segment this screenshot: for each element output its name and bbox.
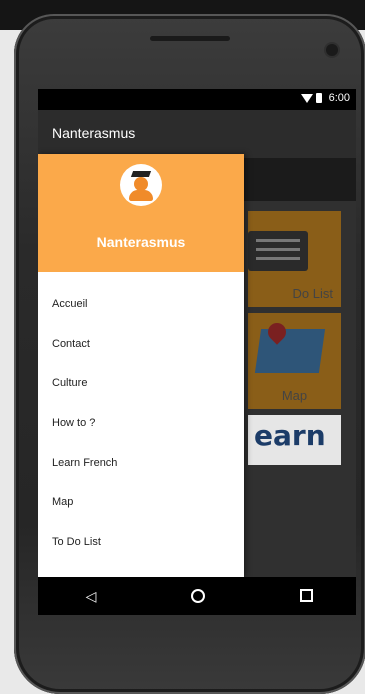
graduate-avatar-icon [120,164,162,206]
menu-item-learn-french[interactable]: Learn French [38,443,244,483]
tile-to-do-list[interactable]: Do List [248,211,341,307]
drawer-title: Nanterasmus [96,234,186,250]
navigation-drawer: Nanterasmus Accueil Contact Culture How … [38,154,244,577]
tile-label: earn [254,419,326,452]
menu-item-accueil[interactable]: Accueil [38,284,244,324]
menu-item-how-to[interactable]: How to ? [38,403,244,443]
menu-item-to-do-list[interactable]: To Do List [38,522,244,562]
recent-apps-button[interactable] [291,586,321,602]
status-bar: 6:00 [38,89,356,110]
system-nav-bar: ◁ [38,577,356,615]
tile-learn-french[interactable]: earn [248,415,341,465]
drawer-menu: Accueil Contact Culture How to ? Learn F… [38,284,244,562]
home-button[interactable] [183,586,213,603]
wifi-icon [300,93,313,103]
battery-icon [315,93,322,103]
tile-map[interactable]: Map [248,313,341,409]
drawer-header: Nanterasmus [38,154,244,272]
back-button[interactable]: ◁ [76,586,106,606]
app-title: Nanterasmus [52,125,136,141]
list-icon [248,231,308,271]
menu-item-contact[interactable]: Contact [38,324,244,364]
recent-square-icon [299,589,313,602]
tile-label: Map [281,388,308,403]
speaker-grille [150,36,230,41]
menu-item-culture[interactable]: Culture [38,363,244,403]
app-bar: Nanterasmus [38,110,356,158]
home-circle-icon [191,589,205,603]
status-time: 6:00 [328,92,350,104]
tile-label: Do List [292,286,333,301]
menu-item-map[interactable]: Map [38,482,244,522]
camera-icon [326,44,338,56]
map-icon [254,329,326,373]
device-screen: 6:00 Nanterasmus Do List Map earn Nanter… [38,89,356,615]
